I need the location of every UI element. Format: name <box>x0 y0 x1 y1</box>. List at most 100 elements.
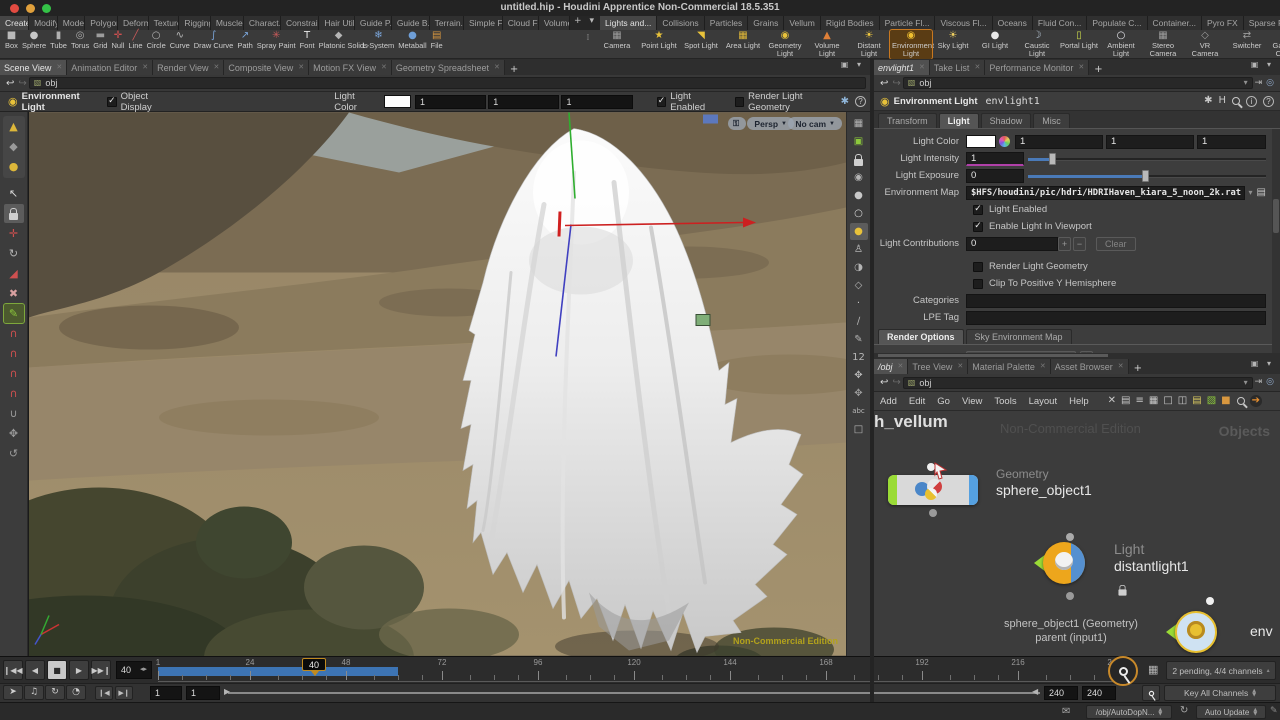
shelf-tab-rigging[interactable]: Rigging <box>179 16 210 30</box>
params-tab-take-list[interactable]: Take List✕ <box>930 60 985 75</box>
pane-controls-icon[interactable]: ▣ ▾ <box>1251 360 1274 368</box>
step-back-button[interactable]: ◀ <box>25 660 45 680</box>
set-keys-icon[interactable]: ➤ <box>3 685 23 700</box>
shelf-tool-distant-light[interactable]: ☀Distant Light <box>848 30 890 59</box>
pane-controls-icon[interactable]: ▣ ▾ <box>841 61 864 69</box>
viewer-tab-composite-view[interactable]: Composite View✕ <box>224 60 309 75</box>
split-pane-icon[interactable]: ◫ <box>1178 396 1187 406</box>
shelf-tab-populate-c[interactable]: Populate C... <box>1087 16 1147 30</box>
snap-point-icon[interactable]: ∩ <box>4 344 24 363</box>
shelf-tool-tube[interactable]: ▮Tube <box>48 30 69 59</box>
play-button[interactable]: ▶ <box>69 660 89 680</box>
hand-tool-icon[interactable]: ✥ <box>4 424 24 443</box>
shelf-tool-volume-light[interactable]: ▲Volume Light <box>806 30 848 59</box>
node-distantlight1[interactable] <box>1034 542 1085 584</box>
node-output-dot[interactable] <box>1066 592 1074 600</box>
timeline-ruler[interactable]: 12448729612014416819221624040 <box>158 658 1124 682</box>
pending-channels-button[interactable]: 2 pending, 4/4 channels▴ <box>1166 661 1276 680</box>
shelf-tab-volume[interactable]: Volume <box>539 16 570 30</box>
secure-selection-icon[interactable] <box>4 204 24 223</box>
shading-mode-icon[interactable]: ◑ <box>850 259 868 276</box>
node-sphere-object1[interactable] <box>888 475 978 505</box>
update-mode-select[interactable]: Auto Update▲▼ <box>1196 705 1266 719</box>
close-tab-icon[interactable]: ✕ <box>494 64 500 71</box>
color-wheel-icon[interactable] <box>999 136 1010 147</box>
point-number-icon[interactable]: 12 <box>850 349 868 366</box>
houdini-badge-icon[interactable]: H <box>1218 96 1226 106</box>
shelf-tool-gi-light[interactable]: ●GI Light <box>974 30 1016 59</box>
stop-button[interactable]: ■ <box>47 660 67 680</box>
menu-help[interactable]: Help <box>1063 396 1095 407</box>
spotlight-tool-icon[interactable]: ▲ <box>4 117 24 136</box>
shelf-tab-pyro-fx[interactable]: Pyro FX <box>1202 16 1244 30</box>
normal-display-icon[interactable]: ∕ <box>850 313 868 330</box>
snap-edge-icon[interactable]: ∩ <box>4 364 24 383</box>
shelf-tool-vr-camera[interactable]: ◇VR Camera <box>1184 30 1226 59</box>
pin-icon[interactable]: ⇥ <box>1255 79 1263 88</box>
key-all-channels-select[interactable]: Key All Channels▲▼ <box>1164 685 1276 701</box>
new-pane-tab-icon[interactable]: + <box>1089 65 1107 75</box>
point-display-icon[interactable]: · <box>850 295 868 312</box>
back-icon[interactable]: ↩ <box>880 377 888 388</box>
param-tab-misc[interactable]: Misc <box>1033 113 1070 128</box>
light-contributions-field[interactable]: 0 <box>966 237 1058 251</box>
param-tab-light[interactable]: Light <box>939 113 979 128</box>
sticky-note-icon[interactable]: ▤ <box>1192 396 1201 406</box>
param-tab-transform[interactable]: Transform <box>878 113 937 128</box>
character-icon[interactable]: ♙ <box>850 241 868 258</box>
color-palette-icon[interactable]: ■ <box>1221 396 1230 406</box>
handle-alt-icon[interactable]: ✥ <box>850 385 868 402</box>
render-light-geometry-checkbox[interactable] <box>973 262 983 272</box>
close-tab-icon[interactable]: ✕ <box>919 64 925 71</box>
forward-icon[interactable]: ↪ <box>892 377 900 388</box>
viewer-path-field[interactable]: ▧ obj <box>29 77 866 89</box>
shelf-tool-spot-light[interactable]: ◥Spot Light <box>680 30 722 59</box>
shelf-tab-rigid-bodies[interactable]: Rigid Bodies <box>821 16 880 30</box>
network-tab-material-palette[interactable]: Material Palette✕ <box>968 359 1050 374</box>
range-slider-left-handle[interactable]: ▶ <box>224 688 230 696</box>
network-path-field[interactable]: ▧ obj ▾ <box>903 377 1253 389</box>
view-lock-icon[interactable] <box>850 151 868 168</box>
add-shelf-tab-icon[interactable]: + <box>570 16 586 30</box>
chevron-down-icon[interactable]: ▾ <box>1244 79 1248 87</box>
shelf-tab-collisions[interactable]: Collisions <box>657 16 704 30</box>
shelf-tool-torus[interactable]: ◎Torus <box>69 30 91 59</box>
close-tab-icon[interactable]: ✕ <box>214 64 220 71</box>
follow-selection-icon[interactable]: ◎ <box>1266 378 1274 387</box>
menu-edit[interactable]: Edit <box>903 396 931 407</box>
shelf-tool-sky-light[interactable]: ☀Sky Light <box>932 30 974 59</box>
shelf-tab-polygon[interactable]: Polygon <box>85 16 118 30</box>
node-display-flag[interactable] <box>888 475 897 505</box>
translate-tool-icon[interactable]: ✛ <box>4 224 24 243</box>
param-subtab-sky-environment-map[interactable]: Sky Environment Map <box>966 329 1072 344</box>
search-icon[interactable] <box>1232 97 1240 105</box>
headlight-icon[interactable]: ● <box>850 223 868 240</box>
close-tab-icon[interactable]: ✕ <box>1040 363 1046 370</box>
shelf-tool-platonic-solids[interactable]: ◆Platonic Solids <box>317 30 361 59</box>
shelf-tool-environment-light[interactable]: ◉Environment Light <box>890 30 932 59</box>
view-reset-icon[interactable]: ↺ <box>4 444 24 463</box>
add-contribution-button[interactable]: + <box>1058 237 1071 251</box>
close-tab-icon[interactable]: ✕ <box>56 64 62 71</box>
snap-multi-icon[interactable]: ∪ <box>4 404 24 423</box>
categories-field[interactable] <box>966 294 1266 308</box>
pose-tool-icon[interactable]: ✖ <box>4 284 24 303</box>
close-tab-icon[interactable]: ✕ <box>957 363 963 370</box>
light-color-r-field[interactable]: 1 <box>415 95 486 109</box>
enable-light-in-viewport-checkbox[interactable] <box>973 222 983 232</box>
light-enabled-checkbox[interactable] <box>973 205 983 215</box>
shelf-tool-gamepad-camera[interactable]: ▭Gamepad Camera <box>1268 30 1280 59</box>
perspective-selector[interactable]: Persp▼ <box>747 117 794 130</box>
layout-icon[interactable]: ▣ <box>850 133 868 150</box>
state-info-icon[interactable]: ✱ <box>841 97 849 107</box>
group-display-icon[interactable]: □ <box>850 421 868 438</box>
light-color-r-field[interactable]: 1 <box>1015 135 1103 149</box>
render-light-geometry-checkbox[interactable] <box>735 97 744 107</box>
auto-key-button[interactable] <box>1108 656 1138 686</box>
shelf-tool-area-light[interactable]: ▦Area Light <box>722 30 764 59</box>
close-tab-icon[interactable]: ✕ <box>298 64 304 71</box>
shelf-tab-simple-fx[interactable]: Simple FX <box>464 16 503 30</box>
close-tab-icon[interactable]: ✕ <box>1078 64 1084 71</box>
shelf-tab-grains[interactable]: Grains <box>748 16 784 30</box>
light-color-b-field[interactable]: 1 <box>1197 135 1266 149</box>
